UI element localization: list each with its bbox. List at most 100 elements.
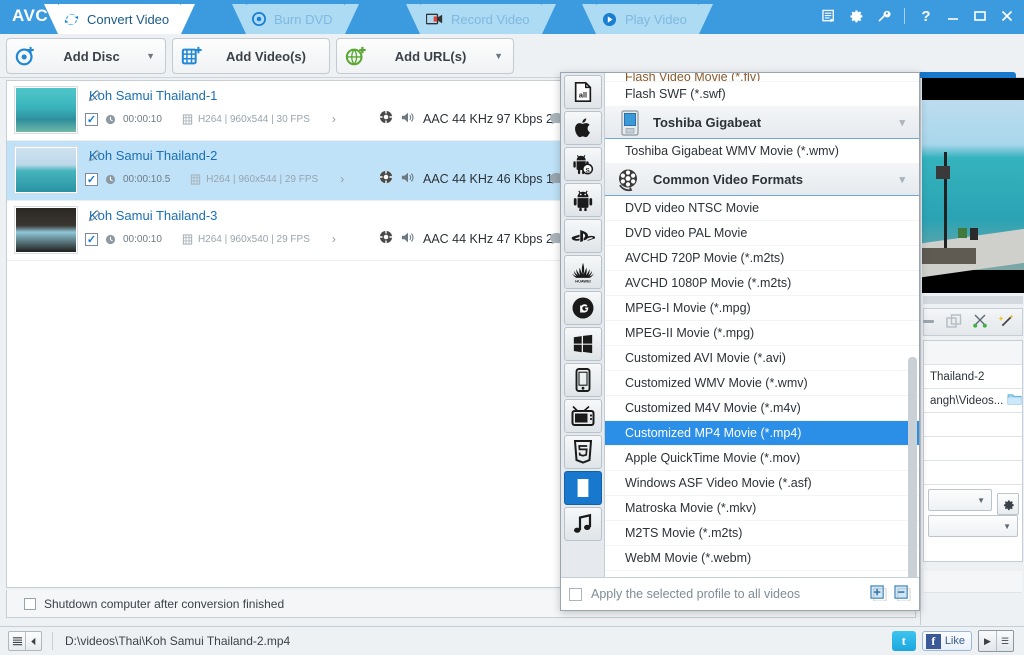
all-formats-icon[interactable]: all bbox=[564, 75, 602, 109]
option-select-1[interactable]: ▼ bbox=[928, 489, 992, 511]
menu-item[interactable]: AVCHD 1080P Movie (*.m2ts) bbox=[605, 271, 919, 296]
field-name-row[interactable]: Thailand-2 bbox=[924, 365, 1022, 389]
wrench-icon[interactable] bbox=[874, 7, 892, 25]
tab-convert-video[interactable]: Convert Video bbox=[58, 4, 181, 34]
video-title[interactable]: Koh Samui Thailand-3 bbox=[89, 208, 217, 223]
apple-icon[interactable] bbox=[564, 111, 602, 145]
svg-text:all: all bbox=[578, 91, 586, 100]
apply-all-checkbox[interactable] bbox=[569, 588, 582, 601]
dropdown-category-sidebar: all S HUAWEI L bbox=[561, 73, 605, 577]
lg-icon[interactable]: L bbox=[564, 291, 602, 325]
task-list-icon[interactable] bbox=[820, 7, 838, 25]
menu-item[interactable]: Matroska Movie (*.mkv) bbox=[605, 496, 919, 521]
gigabeat-player-icon bbox=[615, 110, 645, 136]
add-profile-icon[interactable] bbox=[870, 585, 887, 604]
menu-group-label: Toshiba Gigabeat bbox=[653, 115, 761, 130]
chevron-down-icon[interactable]: ▾ bbox=[899, 173, 905, 186]
menu-item[interactable]: WebM Movie (*.webm) bbox=[605, 546, 919, 571]
video-info: H264 | 960x544 | 29 FPS bbox=[206, 174, 318, 185]
minimize-icon[interactable] bbox=[944, 7, 962, 25]
twitter-icon[interactable]: t bbox=[892, 631, 916, 651]
folder-icon[interactable] bbox=[1007, 393, 1022, 408]
tab-record-video[interactable]: Record Video bbox=[420, 4, 542, 34]
tv-icon[interactable] bbox=[564, 399, 602, 433]
dropdown-item-list[interactable]: Flash Video Movie (*.flv) Flash SWF (*.s… bbox=[605, 73, 919, 577]
close-icon[interactable] bbox=[998, 7, 1016, 25]
menu-group-header[interactable]: Common Video Formats ▾ bbox=[605, 164, 919, 196]
add-urls-button[interactable]: Add URL(s) ▼ bbox=[336, 38, 514, 74]
disc-icon bbox=[252, 12, 266, 26]
menu-item[interactable]: MPEG-I Movie (*.mpg) bbox=[605, 296, 919, 321]
gear-icon[interactable] bbox=[997, 493, 1019, 515]
add-videos-button[interactable]: Add Video(s) bbox=[172, 38, 330, 74]
windows-icon[interactable] bbox=[564, 327, 602, 361]
menu-item[interactable]: AVCHD 720P Movie (*.m2ts) bbox=[605, 246, 919, 271]
chevron-down-icon[interactable]: ▾ bbox=[899, 116, 905, 129]
field-row-blank-1[interactable] bbox=[924, 413, 1022, 437]
video-checkbox[interactable]: ✓ bbox=[85, 113, 98, 126]
scissors-icon[interactable] bbox=[972, 314, 988, 331]
chevron-down-icon[interactable]: ▼ bbox=[146, 51, 155, 61]
video-duration: 00:00:10 bbox=[123, 114, 162, 125]
list-icon bbox=[9, 632, 25, 650]
video-thumbnail bbox=[15, 87, 77, 133]
settings-gear-icon[interactable] bbox=[847, 7, 865, 25]
menu-item[interactable]: Windows ASF Video Movie (*.asf) bbox=[605, 471, 919, 496]
menu-item[interactable]: Customized M4V Movie (*.m4v) bbox=[605, 396, 919, 421]
menu-item[interactable]: Apple QuickTime Movie (*.mov) bbox=[605, 446, 919, 471]
tab-burn-dvd[interactable]: Burn DVD bbox=[246, 4, 345, 34]
shutdown-checkbox[interactable] bbox=[24, 598, 36, 610]
menu-item[interactable]: DVD video PAL Movie bbox=[605, 221, 919, 246]
dropdown-scrollbar[interactable] bbox=[908, 357, 917, 577]
video-checkbox[interactable]: ✓ bbox=[85, 233, 98, 246]
huawei-icon[interactable]: HUAWEI bbox=[564, 255, 602, 289]
magic-wand-icon[interactable] bbox=[998, 314, 1014, 331]
video-title[interactable]: Koh Samui Thailand-2 bbox=[89, 148, 217, 163]
tab-play-video[interactable]: Play Video bbox=[596, 4, 699, 34]
menu-item[interactable]: Customized AVI Movie (*.avi) bbox=[605, 346, 919, 371]
mobile-phone-icon[interactable] bbox=[564, 363, 602, 397]
chevron-right-icon: › bbox=[332, 112, 336, 126]
android-store-icon[interactable]: S bbox=[564, 147, 602, 181]
music-icon[interactable] bbox=[564, 507, 602, 541]
menu-item[interactable]: Customized WMV Movie (*.wmv) bbox=[605, 371, 919, 396]
option-select-2[interactable]: ▼ bbox=[928, 515, 1018, 537]
help-icon[interactable]: ? bbox=[917, 7, 935, 25]
maximize-icon[interactable] bbox=[971, 7, 989, 25]
film-icon[interactable] bbox=[564, 471, 602, 505]
copy-icon[interactable] bbox=[946, 314, 962, 331]
facebook-icon: f bbox=[926, 634, 941, 649]
menu-item[interactable]: Flash SWF (*.swf) bbox=[605, 82, 919, 107]
menu-item[interactable]: M2TS Movie (*.m2ts) bbox=[605, 521, 919, 546]
field-row-blank-2[interactable] bbox=[924, 437, 1022, 461]
android-icon[interactable] bbox=[564, 183, 602, 217]
expand-right-icon[interactable]: ▶ bbox=[979, 631, 996, 651]
menu-item[interactable]: MPEG-II Movie (*.mpg) bbox=[605, 321, 919, 346]
target-icon bbox=[379, 170, 393, 187]
field-path-row[interactable]: angh\Videos... bbox=[924, 389, 1022, 413]
svg-text:HUAWEI: HUAWEI bbox=[575, 279, 590, 284]
field-row-blank-3[interactable] bbox=[924, 461, 1022, 485]
minimize-icon[interactable] bbox=[922, 315, 936, 329]
video-title[interactable]: Koh Samui Thailand-1 bbox=[89, 88, 217, 103]
menu-item[interactable]: DVD video NTSC Movie bbox=[605, 196, 919, 221]
preview-scrollbar[interactable] bbox=[923, 296, 1023, 304]
chevron-right-icon: › bbox=[332, 232, 336, 246]
add-disc-button[interactable]: Add Disc ▼ bbox=[6, 38, 166, 74]
field-path-value: angh\Videos... bbox=[930, 395, 1003, 407]
menu-group-header[interactable]: Toshiba Gigabeat ▾ bbox=[605, 107, 919, 139]
status-bar: D:\videos\Thai\Koh Samui Thailand-2.mp4 … bbox=[0, 626, 1024, 655]
menu-item-clipped[interactable]: Flash Video Movie (*.flv) bbox=[605, 73, 919, 82]
menu-item[interactable]: Toshiba Gigabeat WMV Movie (*.wmv) bbox=[605, 139, 919, 164]
log-toggle-button[interactable] bbox=[8, 631, 42, 651]
menu-item-selected[interactable]: Customized MP4 Movie (*.mp4) bbox=[605, 421, 919, 446]
profile-dropdown-menu[interactable]: all S HUAWEI L bbox=[560, 72, 920, 611]
playstation-icon[interactable] bbox=[564, 219, 602, 253]
video-preview[interactable] bbox=[922, 78, 1024, 293]
html5-icon[interactable] bbox=[564, 435, 602, 469]
video-checkbox[interactable]: ✓ bbox=[85, 173, 98, 186]
chevron-down-icon[interactable]: ▼ bbox=[494, 51, 503, 61]
list-panel-icon[interactable]: ☰ bbox=[996, 631, 1013, 651]
facebook-like-button[interactable]: f Like bbox=[922, 631, 972, 651]
remove-profile-icon[interactable] bbox=[894, 585, 911, 604]
